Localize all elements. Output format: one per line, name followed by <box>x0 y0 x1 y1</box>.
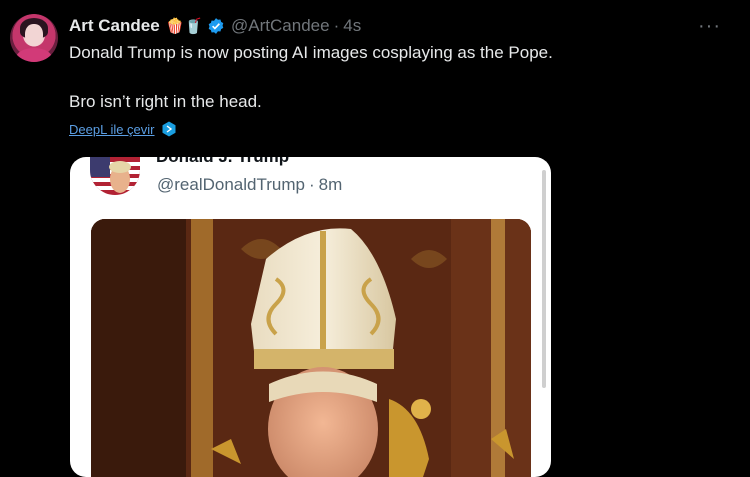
separator-dot: · <box>333 16 340 35</box>
author-avatar[interactable] <box>10 14 58 62</box>
translate-row: DeepL ile çevir <box>69 121 177 137</box>
quoted-handle-row: @realDonaldTrump · 8m <box>157 175 342 195</box>
card-scrollbar[interactable] <box>542 170 546 388</box>
tweet-time[interactable]: 4s <box>343 16 361 36</box>
more-options-icon[interactable]: ··· <box>698 16 721 36</box>
pope-ai-image <box>91 219 531 477</box>
quoted-tweet-card[interactable]: Donald J. Trump @realDonaldTrump·8m <box>70 157 551 477</box>
quoted-separator: · <box>308 175 315 194</box>
quoted-image[interactable] <box>91 219 531 477</box>
verified-badge-icon <box>208 18 224 34</box>
author-emojis: 🍿🥤 <box>165 18 204 35</box>
flag-portrait-image <box>90 157 140 195</box>
quoted-author-avatar[interactable] <box>90 157 140 195</box>
tweet-text-line-2: Bro isn’t right in the head. <box>69 92 262 111</box>
quoted-handle[interactable]: @realDonaldTrump <box>157 175 305 194</box>
tweet-header: Art Candee 🍿🥤 @ArtCandee · 4s <box>69 14 361 38</box>
author-name[interactable]: Art Candee <box>69 16 160 36</box>
quoted-author-name[interactable]: Donald J. Trump <box>156 157 289 167</box>
quoted-time[interactable]: 8m <box>319 175 343 194</box>
deepl-icon[interactable] <box>161 121 177 137</box>
translate-link[interactable]: DeepL ile çevir <box>69 122 155 137</box>
author-handle[interactable]: @ArtCandee <box>231 16 330 36</box>
tweet-text-line-1: Donald Trump is now posting AI images co… <box>69 43 553 62</box>
